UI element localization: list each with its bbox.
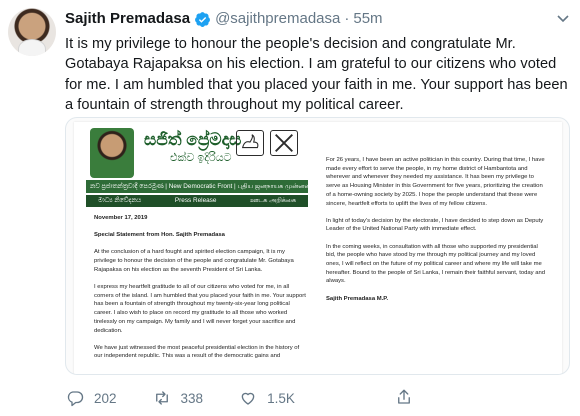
share-icon[interactable]: [395, 388, 413, 406]
statement-date: November 17, 2019: [94, 215, 148, 221]
tweet-header: Sajith Premadasa @sajithpremadasa · 55m: [65, 10, 383, 28]
retweet-button[interactable]: 338: [153, 389, 204, 407]
swan-symbol-icon: [236, 130, 264, 156]
reply-count: 202: [94, 390, 117, 406]
tweet-media[interactable]: සජිත් ප්‍රේමදාස එක්ව ඉදිරියට නව ප්‍රජාතන…: [65, 117, 570, 375]
statement-right-column: For 26 years, I have been an active poli…: [326, 156, 548, 312]
letterhead-title: සජිත් ප්‍රේමදාස: [144, 130, 242, 149]
press-label-tamil: ஊடக அறிக்கை: [250, 197, 296, 204]
statement-paragraph: I express my heartfelt gratitude to all …: [94, 284, 306, 334]
vote-cross-icon: [270, 130, 298, 156]
separator-dot: ·: [344, 10, 350, 27]
statement-paragraph: We have just witnessed the most peaceful…: [94, 344, 300, 360]
party-bar: නව ප්‍රජාතන්ත්‍රවාදී පෙරමුණ | New Democr…: [86, 180, 314, 193]
retweet-count: 338: [180, 390, 204, 406]
press-release-document: සජිත් ප්‍රේමදාස එක්ව ඉදිරියට නව ප්‍රජාතන…: [74, 122, 562, 374]
caret-down-icon[interactable]: [556, 14, 570, 24]
statement-paragraph: In the coming weeks, in consultation wit…: [326, 243, 546, 285]
statement-paragraph: For 26 years, I have been an active poli…: [326, 157, 545, 207]
statement-heading: Special Statement from Hon. Sajith Prema…: [94, 232, 225, 239]
press-label-sinhala: මාධ්‍ය නිවේදනය: [98, 197, 142, 204]
like-icon: [241, 392, 255, 405]
tweet-text: It is my privilege to honour the people'…: [65, 36, 568, 113]
portrait-photo: [90, 128, 134, 178]
press-label-english: Press Release: [174, 197, 217, 204]
like-count: 1.5K: [267, 390, 295, 406]
avatar-shirt: [18, 39, 46, 56]
verified-badge-icon: [195, 11, 210, 27]
letterhead-subtitle: එක්ව ඉදිරියට: [170, 152, 232, 164]
statement-signature: Sajith Premadasa M.P.: [326, 295, 389, 302]
statement-paragraph: At the conclusion of a hard fought and s…: [94, 249, 294, 273]
tweet-actions: 202 338 1.5K: [66, 389, 331, 407]
avatar[interactable]: [8, 8, 56, 56]
statement-paragraph: In light of today's decision by the elec…: [326, 217, 544, 233]
reply-button[interactable]: 202: [66, 389, 117, 407]
press-release-bar: මාධ්‍ය නිවේදනය Press Release ஊடக அறிக்கை: [86, 195, 308, 207]
tweet-timestamp[interactable]: 55m: [353, 10, 382, 28]
reply-icon: [67, 391, 84, 407]
author-handle[interactable]: @sajithpremadasa: [215, 10, 340, 28]
author-name[interactable]: Sajith Premadasa: [65, 10, 190, 28]
like-button[interactable]: 1.5K: [239, 389, 295, 407]
statement-left-column: November 17, 2019 Special Statement from…: [94, 214, 308, 370]
retweet-icon: [155, 391, 168, 405]
